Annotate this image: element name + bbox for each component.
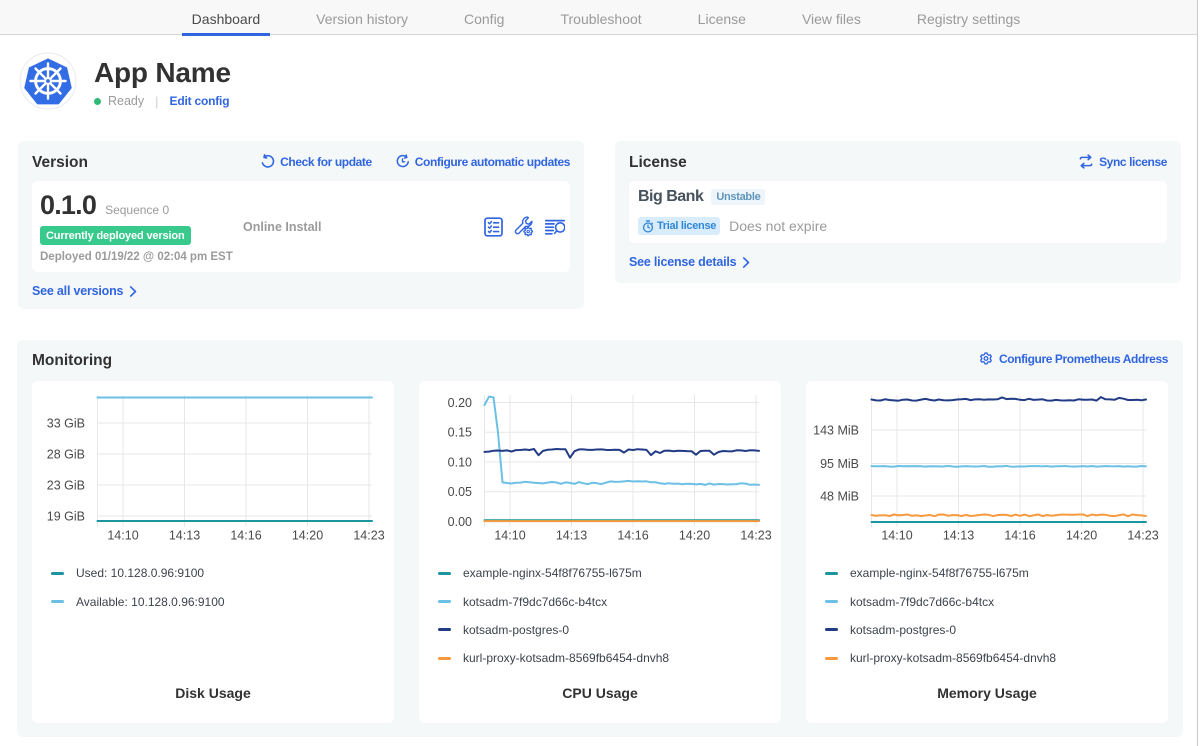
svg-text:14:10: 14:10 — [494, 529, 525, 543]
svg-text:14:16: 14:16 — [617, 529, 648, 543]
svg-text:0.05: 0.05 — [448, 485, 472, 499]
svg-text:143 MiB: 143 MiB — [813, 424, 859, 438]
svg-text:14:20: 14:20 — [1066, 529, 1097, 543]
svg-text:0.20: 0.20 — [448, 396, 472, 410]
svg-text:14:13: 14:13 — [556, 529, 587, 543]
svg-text:23 GiB: 23 GiB — [47, 479, 85, 493]
svg-text:14:23: 14:23 — [353, 529, 384, 543]
svg-text:14:20: 14:20 — [292, 529, 323, 543]
svg-text:14:23: 14:23 — [1127, 529, 1158, 543]
svg-text:0.10: 0.10 — [448, 455, 472, 469]
svg-text:14:16: 14:16 — [230, 529, 261, 543]
svg-text:14:13: 14:13 — [169, 529, 200, 543]
svg-text:14:20: 14:20 — [679, 529, 710, 543]
svg-text:95 MiB: 95 MiB — [820, 457, 859, 471]
svg-text:14:13: 14:13 — [943, 529, 974, 543]
svg-text:19 GiB: 19 GiB — [47, 510, 85, 524]
svg-text:48 MiB: 48 MiB — [820, 490, 859, 504]
svg-text:28 GiB: 28 GiB — [47, 448, 85, 462]
svg-text:0.15: 0.15 — [448, 426, 472, 440]
svg-text:14:16: 14:16 — [1004, 529, 1035, 543]
svg-text:0.00: 0.00 — [448, 515, 472, 529]
svg-text:14:10: 14:10 — [107, 529, 138, 543]
svg-text:33 GiB: 33 GiB — [47, 417, 85, 431]
svg-text:14:23: 14:23 — [740, 529, 771, 543]
svg-text:14:10: 14:10 — [881, 529, 912, 543]
